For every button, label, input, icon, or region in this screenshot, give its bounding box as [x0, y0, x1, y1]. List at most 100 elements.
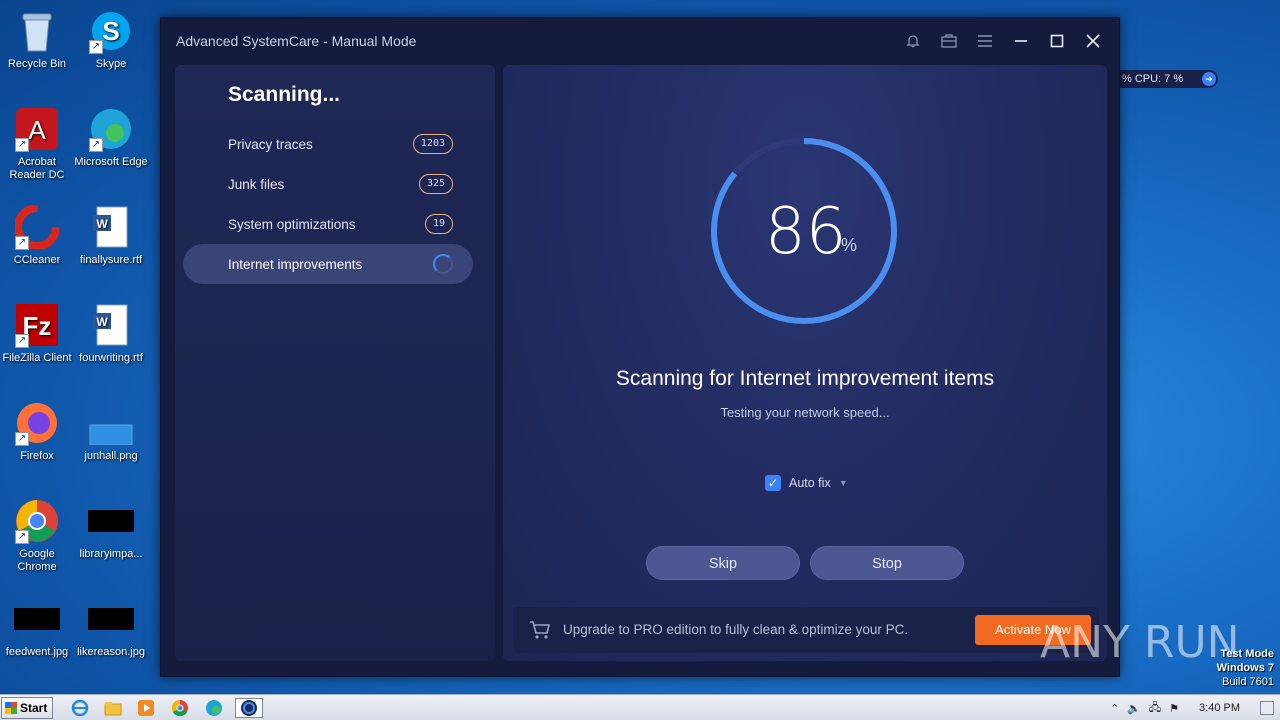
monitor-text: % CPU: 7 % — [1122, 73, 1184, 85]
count-badge: 325 — [418, 174, 453, 194]
taskbar-media-player[interactable] — [134, 698, 158, 718]
desktop-icon-finallysure[interactable]: W finallysure.rtf — [74, 204, 148, 267]
chevron-down-icon[interactable]: ▼ — [839, 478, 848, 488]
stop-button[interactable]: Stop — [810, 546, 964, 580]
filezilla-icon: Fz ↗ — [14, 302, 60, 348]
title-bar[interactable]: Advanced SystemCare - Manual Mode — [161, 18, 1119, 64]
taskbar-internet-explorer[interactable] — [68, 698, 92, 718]
desktop-icon-feedwent[interactable]: feedwent.jpg — [0, 596, 74, 659]
minimize-icon[interactable] — [1007, 28, 1035, 54]
status-heading: Scanning for Internet improvement items — [615, 367, 995, 390]
scan-item-system-optimizations[interactable]: System optimizations 19 — [183, 204, 473, 244]
advanced-systemcare-icon — [241, 700, 257, 716]
network-icon[interactable]: 🖧 — [1149, 699, 1161, 718]
auto-fix-option[interactable]: ✓ Auto fix ▼ — [765, 475, 848, 491]
chrome-icon: ↗ — [14, 498, 60, 544]
desktop-icon-label: junhall.png — [84, 450, 138, 462]
svg-text:A: A — [28, 115, 46, 145]
skype-icon: S ↗ — [88, 8, 134, 54]
count-badge: 19 — [424, 214, 453, 234]
desktop-icon-edge[interactable]: ↗ Microsoft Edge — [74, 106, 148, 169]
svg-text:W: W — [96, 217, 108, 231]
recycle-bin-icon — [14, 8, 60, 54]
desktop-icon-label: Microsoft Edge — [74, 156, 148, 168]
edge-icon — [206, 700, 222, 716]
firefox-icon: ↗ — [14, 400, 60, 446]
upgrade-text: Upgrade to PRO edition to fully clean & … — [563, 622, 909, 637]
status-subtext: Testing your network speed... — [720, 405, 890, 420]
maximize-icon[interactable] — [1043, 28, 1071, 54]
scan-item-label: Internet improvements — [228, 256, 363, 272]
scan-heading: Scanning... — [228, 83, 341, 106]
build-label: Build 7601 — [1222, 676, 1274, 688]
desktop-icon-likereason[interactable]: likereason.jpg — [74, 596, 148, 659]
scan-item-privacy-traces[interactable]: Privacy traces 1203 — [183, 124, 473, 164]
scan-item-label: System optimizations — [228, 216, 356, 232]
desktop-icon-label: FileZilla Client — [2, 352, 72, 364]
volume-icon[interactable]: 🔈 — [1127, 702, 1141, 715]
desktop-icon-filezilla[interactable]: Fz ↗ FileZilla Client — [0, 302, 74, 365]
image-file-icon — [14, 596, 60, 642]
taskbar-edge[interactable] — [202, 698, 226, 718]
desktop-icon-junhall[interactable]: junhall.png — [74, 400, 148, 463]
start-label: Start — [20, 701, 48, 715]
app-window: Advanced SystemCare - Manual Mode Scanni… — [160, 17, 1120, 677]
desktop-icon-label: finallysure.rtf — [79, 254, 143, 266]
progress-unit: % — [841, 235, 858, 255]
toolbox-icon[interactable] — [935, 28, 963, 54]
taskbar-chrome[interactable] — [168, 698, 192, 718]
desktop-icon-chrome[interactable]: ↗ Google Chrome — [0, 498, 74, 574]
clock[interactable]: 3:40 PM — [1187, 702, 1252, 714]
desktop-icon-label: libraryimpa... — [79, 548, 143, 560]
desktop-icon-label: feedwent.jpg — [5, 646, 69, 658]
desktop-icon-label: Firefox — [20, 450, 54, 462]
anyrun-watermark: ANY RUN — [1040, 617, 1240, 668]
desktop-icon-recycle-bin[interactable]: Recycle Bin — [0, 8, 74, 71]
scan-item-label: Privacy traces — [228, 136, 313, 152]
desktop-icon-libraryimpa[interactable]: libraryimpa... — [74, 498, 148, 561]
desktop-icon-skype[interactable]: S ↗ Skype — [74, 8, 148, 71]
menu-icon[interactable] — [971, 28, 999, 54]
desktop-icon-label: fourwriting.rtf — [79, 352, 143, 364]
scan-item-label: Junk files — [228, 176, 285, 192]
ccleaner-icon: ↗ — [14, 204, 60, 250]
taskbar-advanced-systemcare[interactable] — [235, 698, 263, 718]
desktop-icon-fourwriting[interactable]: W fourwriting.rtf — [74, 302, 148, 365]
taskbar: Start ⌃ 🔈 🖧 ⚑ 3:40 PM — [0, 694, 1280, 720]
window-title: Advanced SystemCare - Manual Mode — [176, 33, 417, 49]
taskbar-explorer[interactable] — [101, 698, 125, 718]
action-center-flag-icon[interactable]: ⚑ — [1169, 702, 1179, 715]
media-player-icon — [138, 700, 154, 716]
scan-categories-panel: Scanning... Privacy traces 1203 Junk fil… — [175, 65, 495, 661]
test-mode-watermark: Test Mode Windows 7 Build 7601 — [1217, 647, 1274, 689]
desktop-icon-acrobat[interactable]: A ↗ Acrobat Reader DC — [0, 106, 74, 182]
arrow-right-icon[interactable]: ➜ — [1202, 72, 1216, 86]
internet-explorer-icon — [71, 699, 89, 717]
close-icon[interactable] — [1079, 28, 1107, 54]
start-button[interactable]: Start — [1, 697, 53, 719]
desktop-icon-firefox[interactable]: ↗ Firefox — [0, 400, 74, 463]
chrome-icon — [171, 699, 188, 717]
desktop-icon-label: Skype — [95, 58, 127, 70]
acrobat-icon: A ↗ — [14, 106, 60, 152]
word-document-icon: W — [88, 302, 134, 348]
performance-monitor[interactable]: % CPU: 7 % ➜ — [1120, 70, 1218, 88]
scan-item-internet-improvements[interactable]: Internet improvements — [183, 244, 473, 284]
desktop-icon-label: likereason.jpg — [77, 646, 145, 658]
scan-item-junk-files[interactable]: Junk files 325 — [183, 164, 473, 204]
bell-icon[interactable] — [899, 28, 927, 54]
word-document-icon: W — [88, 204, 134, 250]
title-bar-controls — [899, 28, 1107, 54]
auto-fix-checkbox[interactable]: ✓ — [765, 475, 781, 491]
chevron-up-icon[interactable]: ⌃ — [1110, 702, 1119, 715]
desktop-icon-label: Acrobat Reader DC — [9, 156, 65, 181]
test-mode-label: Test Mode — [1220, 648, 1274, 660]
cart-icon — [530, 621, 551, 639]
desktop-icon-label: CCleaner — [13, 254, 61, 266]
image-file-icon — [88, 400, 134, 446]
desktop-icon-label: Google Chrome — [17, 548, 57, 573]
show-desktop-button[interactable] — [1260, 701, 1274, 715]
skip-button[interactable]: Skip — [646, 546, 800, 580]
loading-spinner-icon — [433, 254, 453, 274]
desktop-icon-ccleaner[interactable]: ↗ CCleaner — [0, 204, 74, 267]
